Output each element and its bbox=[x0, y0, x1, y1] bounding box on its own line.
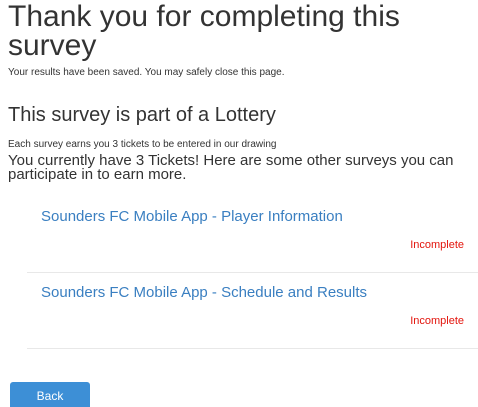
list-item: Sounders FC Mobile App - Player Informat… bbox=[27, 197, 478, 273]
other-surveys-list: Sounders FC Mobile App - Player Informat… bbox=[27, 197, 478, 349]
lottery-heading: This survey is part of a Lottery bbox=[8, 104, 276, 126]
page-title: Thank you for completing this survey bbox=[8, 0, 400, 62]
tickets-count-message: You currently have 3 Tickets! Here are s… bbox=[8, 152, 454, 183]
status-badge: Incomplete bbox=[410, 315, 464, 327]
status-badge: Incomplete bbox=[410, 239, 464, 251]
saved-message: Your results have been saved. You may sa… bbox=[8, 67, 285, 78]
back-button[interactable]: Back bbox=[10, 382, 90, 407]
list-item: Sounders FC Mobile App - Schedule and Re… bbox=[27, 273, 478, 349]
survey-complete-page: Thank you for completing this survey You… bbox=[0, 0, 478, 407]
survey-link-schedule-and-results[interactable]: Sounders FC Mobile App - Schedule and Re… bbox=[41, 284, 367, 302]
survey-link-player-information[interactable]: Sounders FC Mobile App - Player Informat… bbox=[41, 208, 343, 226]
tickets-info: Each survey earns you 3 tickets to be en… bbox=[8, 139, 277, 150]
